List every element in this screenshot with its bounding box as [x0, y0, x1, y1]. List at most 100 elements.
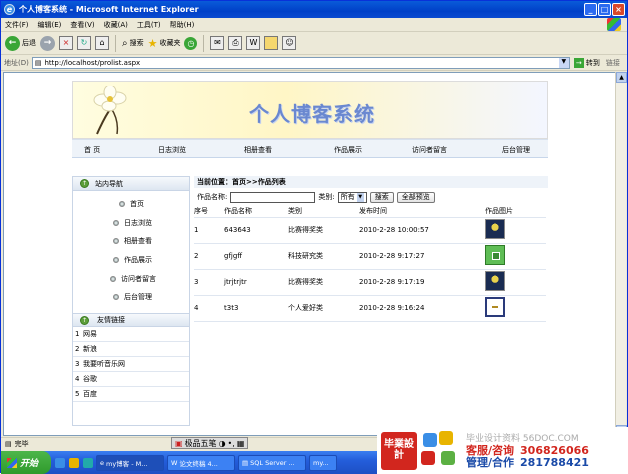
table-row[interactable]: 1 643643 比赛得奖类 2010-2-28 10:00:57	[194, 217, 546, 244]
work-thumbnail[interactable]	[485, 245, 505, 265]
sidebar-item-logs[interactable]: 日志浏览	[113, 218, 152, 228]
moon-icon: ◑	[218, 438, 226, 448]
sidebar-item-works[interactable]: 作品展示	[113, 255, 152, 265]
link-name: 我要听音乐网	[83, 360, 125, 368]
menu-bar: 文件(F) 编辑(E) 查看(V) 收藏(A) 工具(T) 帮助(H)	[1, 18, 627, 32]
preview-all-button[interactable]: 全部预览	[396, 191, 435, 203]
ad-number-2: 281788421	[520, 455, 589, 469]
ime-bar[interactable]: ▣ 极品五笔 ◑ •, ▦	[171, 437, 249, 449]
sidebar-item-label: 相册查看	[124, 237, 152, 245]
menu-file[interactable]: 文件(F)	[5, 20, 29, 30]
messenger-icon[interactable]: ☺	[282, 36, 297, 50]
ad-tagline: 毕业设计资料 56DOC.COM	[466, 433, 579, 444]
desktop-quicklaunch-icon[interactable]	[83, 457, 93, 468]
nav-admin[interactable]: 后台管理	[502, 145, 530, 155]
vertical-scrollbar[interactable]: ▲ ▼	[615, 72, 627, 436]
cell-no: 3	[194, 269, 224, 296]
menu-favorites[interactable]: 收藏(A)	[104, 20, 128, 30]
nav-album[interactable]: 相册查看	[244, 145, 272, 155]
col-no: 序号	[194, 206, 224, 218]
close-button[interactable]: ×	[612, 3, 625, 16]
start-button[interactable]: 开始	[1, 451, 51, 474]
bullet-icon	[113, 238, 119, 244]
nav-logs[interactable]: 日志浏览	[158, 145, 186, 155]
page-icon: ▤	[34, 58, 42, 67]
task-label: 论文终稿 4...	[179, 459, 218, 468]
sidebar-item-guestbook[interactable]: 访问者留言	[110, 274, 156, 284]
word-icon: W	[171, 458, 178, 467]
work-thumbnail[interactable]	[485, 297, 505, 317]
search-button[interactable]: ⌕ 搜索	[122, 38, 144, 49]
main-content: 当前位置：首页>>作品列表 作品名称: 类别: 所有 ▼ 搜索 全部预览 序号 …	[194, 176, 548, 426]
task-thesis[interactable]: W 论文终稿 4...	[167, 454, 235, 471]
friend-link[interactable]: 4 谷歌	[73, 372, 189, 387]
table-row[interactable]: 2 gfjgff 科技研究类 2010-2-28 9:17:27	[194, 243, 546, 270]
menu-edit[interactable]: 编辑(E)	[38, 20, 62, 30]
toolbar: ← 后退 → × ↻ ⌂ ⌕ 搜索 ★ 收藏夹 ◷ ✉ ⎙ W ☺	[1, 32, 627, 55]
link-number: 3	[75, 360, 80, 368]
work-thumbnail[interactable]	[485, 219, 505, 239]
category-select[interactable]: 所有 ▼	[337, 191, 367, 203]
sidebar-item-admin[interactable]: 后台管理	[113, 292, 152, 302]
links-section-title: 友情链接	[97, 316, 125, 324]
back-button[interactable]: ← 后退	[5, 35, 36, 51]
maximize-button[interactable]: □	[598, 3, 611, 16]
table-row[interactable]: 4 t3t3 个人爱好类 2010-2-28 9:16:24	[194, 295, 546, 322]
cell-category: 个人爱好类	[288, 295, 359, 322]
task-more[interactable]: my...	[309, 454, 337, 471]
ad-overlay: 毕業設計 毕业设计资料 56DOC.COM 客服/咨询 306826066 管理/…	[377, 427, 628, 474]
folder-icon[interactable]	[264, 36, 279, 50]
link-name: 百度	[83, 390, 97, 398]
cell-category: 比赛得奖类	[288, 217, 359, 244]
go-button[interactable]: → 转到	[573, 57, 600, 68]
sidebar-item-album[interactable]: 相册查看	[113, 236, 152, 246]
links-button[interactable]: 链接	[606, 58, 620, 68]
history-icon[interactable]: ◷	[184, 36, 198, 50]
menu-tools[interactable]: 工具(T)	[137, 20, 161, 30]
cell-name: gfjgff	[224, 243, 288, 270]
search-submit-button[interactable]: 搜索	[369, 191, 394, 203]
search-label: 搜索	[129, 39, 144, 47]
work-name-input[interactable]	[230, 191, 316, 203]
favorites-button[interactable]: ★ 收藏夹	[148, 37, 181, 50]
browser-window: e 个人博客系统 - Microsoft Internet Explorer _…	[0, 0, 628, 474]
menu-view[interactable]: 查看(V)	[70, 20, 94, 30]
minimize-button[interactable]: _	[584, 3, 597, 16]
ie-quicklaunch-icon[interactable]	[55, 457, 65, 468]
address-dropdown-icon[interactable]: ▼	[558, 57, 569, 68]
work-thumbnail[interactable]	[485, 271, 505, 291]
col-image: 作品图片	[485, 206, 546, 218]
friend-link[interactable]: 5 百度	[73, 387, 189, 402]
refresh-icon[interactable]: ↻	[77, 36, 91, 50]
print-icon[interactable]: ⎙	[228, 36, 243, 50]
scroll-up-icon[interactable]: ▲	[616, 72, 627, 83]
task-sql[interactable]: ▤ SQL Server ...	[238, 454, 306, 471]
nav-home[interactable]: 首 页	[84, 145, 100, 155]
punct-icon: •,	[227, 438, 235, 448]
nav-works[interactable]: 作品展示	[334, 145, 362, 155]
sidebar-item-home[interactable]: 首页	[119, 199, 144, 209]
cell-image	[485, 295, 546, 322]
table-row[interactable]: 3 jtrjtrjtr 比赛得奖类 2010-2-28 9:17:19	[194, 269, 546, 296]
forward-button[interactable]: →	[40, 35, 55, 51]
breadcrumb: 当前位置：首页>>作品列表	[194, 176, 548, 188]
friend-link[interactable]: 3 我要听音乐网	[73, 357, 189, 372]
main-nav: 首 页 日志浏览 相册查看 作品展示 访问者留言 后台管理	[72, 139, 548, 158]
task-label: my...	[313, 458, 329, 467]
nav-guestbook[interactable]: 访问者留言	[412, 145, 447, 155]
stop-icon[interactable]: ×	[59, 36, 73, 50]
arrow-icon: ↑	[80, 179, 89, 188]
menu-help[interactable]: 帮助(H)	[170, 20, 195, 30]
sidebar-item-label: 访问者留言	[121, 275, 156, 283]
folder-quicklaunch-icon[interactable]	[69, 457, 79, 468]
friend-link[interactable]: 1 网易	[73, 327, 189, 342]
home-icon[interactable]: ⌂	[95, 36, 109, 50]
window-title: 个人博客系统 - Microsoft Internet Explorer	[19, 5, 199, 14]
address-input[interactable]: ▤ http://localhost/prolist.aspx ▼	[31, 56, 570, 69]
title-bar[interactable]: e 个人博客系统 - Microsoft Internet Explorer _…	[1, 1, 627, 18]
task-blog[interactable]: e my博客 - M...	[96, 454, 164, 471]
cell-no: 2	[194, 243, 224, 270]
friend-link[interactable]: 2 新浪	[73, 342, 189, 357]
edit-icon[interactable]: W	[246, 36, 261, 50]
mail-icon[interactable]: ✉	[210, 36, 225, 50]
